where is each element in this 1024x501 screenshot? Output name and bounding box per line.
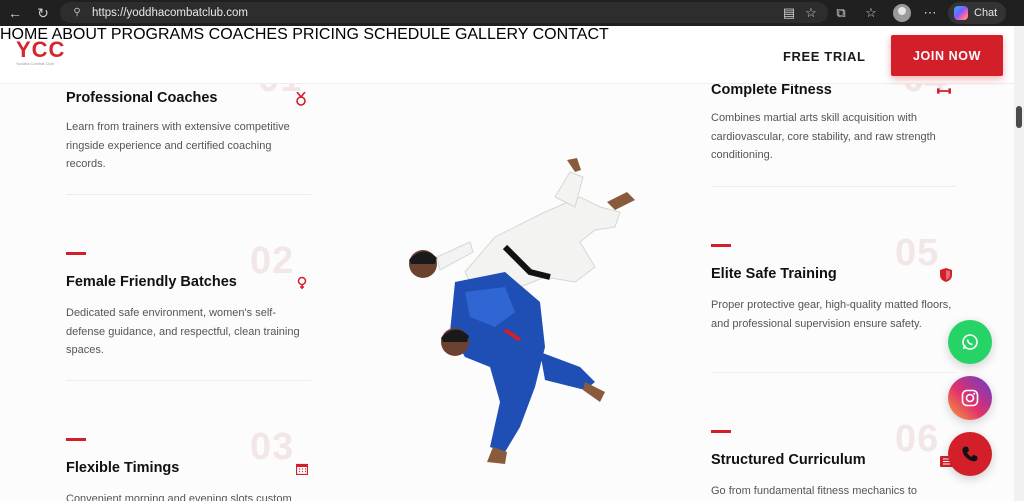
more-icon[interactable]: ⋯ [922,2,938,24]
feature-description: Convenient morning and evening slots cus… [66,493,292,501]
judo-throw-image [409,158,635,464]
divider [711,186,956,187]
nav-coaches[interactable]: COACHES [209,26,288,43]
calendar-icon [295,462,309,476]
nav-pricing[interactable]: PRICING [292,26,359,43]
favorites-icon[interactable]: ☆ [862,2,880,24]
page-scrollbar[interactable] [1014,26,1024,501]
phone-icon [962,446,978,462]
whatsapp-icon [962,334,978,350]
medal-icon [294,92,308,106]
feature-description: Go from fundamental fitness mechanics to [711,485,918,497]
logo-text: YCC [16,37,66,62]
nav-gallery[interactable]: GALLERY [455,26,528,43]
divider [66,380,311,381]
main-menu: HOME ABOUT PROGRAMS COACHES PRICING SCHE… [0,26,1014,44]
logo-subtitle: Yoddha Combat Club [16,61,54,66]
instagram-button[interactable] [948,376,992,420]
accent-dash [66,252,86,255]
female-icon [295,276,309,290]
address-text: https://yoddhacombatclub.com [92,6,248,19]
divider [711,372,956,373]
nav-contact[interactable]: CONTACT [533,26,609,43]
phone-button[interactable] [948,432,992,476]
features-section: 01 Professional Coaches Learn from train… [0,58,1014,501]
site-header: YCC Yoddha Combat Club HOME ABOUT PROGRA… [0,26,1014,84]
feature-title: Professional Coaches [66,90,218,106]
instagram-icon [961,389,979,407]
feature-title: Elite Safe Training [711,266,837,282]
nav-schedule[interactable]: SCHEDULE [363,26,450,43]
whatsapp-button[interactable] [948,320,992,364]
feature-title: Flexible Timings [66,460,180,476]
dumbbell-icon [937,84,951,98]
browser-toolbar: ← ↻ ⚲ https://yoddhacombatclub.com ▤ ☆ ⧉… [0,0,1024,26]
feature-description: Dedicated safe environment, women's self… [66,307,300,356]
chat-button[interactable]: Chat [948,2,1006,24]
feature-number: 02 [250,240,295,282]
feature-description: Proper protective gear, high-quality mat… [711,299,952,330]
shield-icon [939,268,953,282]
feature-number: 03 [250,426,295,468]
copilot-icon [954,6,968,20]
divider [66,194,311,195]
feature-title: Structured Curriculum [711,452,866,468]
free-trial-link[interactable]: FREE TRIAL [783,49,866,64]
back-icon[interactable]: ← [4,2,26,24]
reader-icon[interactable]: ▤ [780,2,798,24]
nav-programs[interactable]: PROGRAMS [111,26,204,43]
avatar [893,4,911,22]
site-logo[interactable]: YCC Yoddha Combat Club [16,39,74,73]
extensions-icon[interactable]: ⧉ [832,2,850,24]
site-info-icon[interactable]: ⚲ [70,6,84,20]
reload-icon[interactable]: ↻ [32,2,54,24]
feature-number: 06 [895,418,940,460]
accent-dash [711,244,731,247]
favorite-star-icon[interactable]: ☆ [802,2,820,24]
profile-button[interactable] [892,2,912,24]
accent-dash [66,438,86,441]
address-bar[interactable]: ⚲ https://yoddhacombatclub.com [60,2,828,23]
page-viewport: YCC Yoddha Combat Club HOME ABOUT PROGRA… [0,26,1024,501]
feature-title: Complete Fitness [711,82,832,98]
feature-title: Female Friendly Batches [66,274,237,290]
scrollbar-thumb[interactable] [1016,106,1022,128]
feature-description: Combines martial arts skill acquisition … [711,112,936,161]
feature-description: Learn from trainers with extensive compe… [66,121,290,170]
feature-number: 05 [895,232,940,274]
join-now-button[interactable]: JOIN NOW [891,35,1003,76]
chat-label: Chat [974,7,998,19]
accent-dash [711,430,731,433]
